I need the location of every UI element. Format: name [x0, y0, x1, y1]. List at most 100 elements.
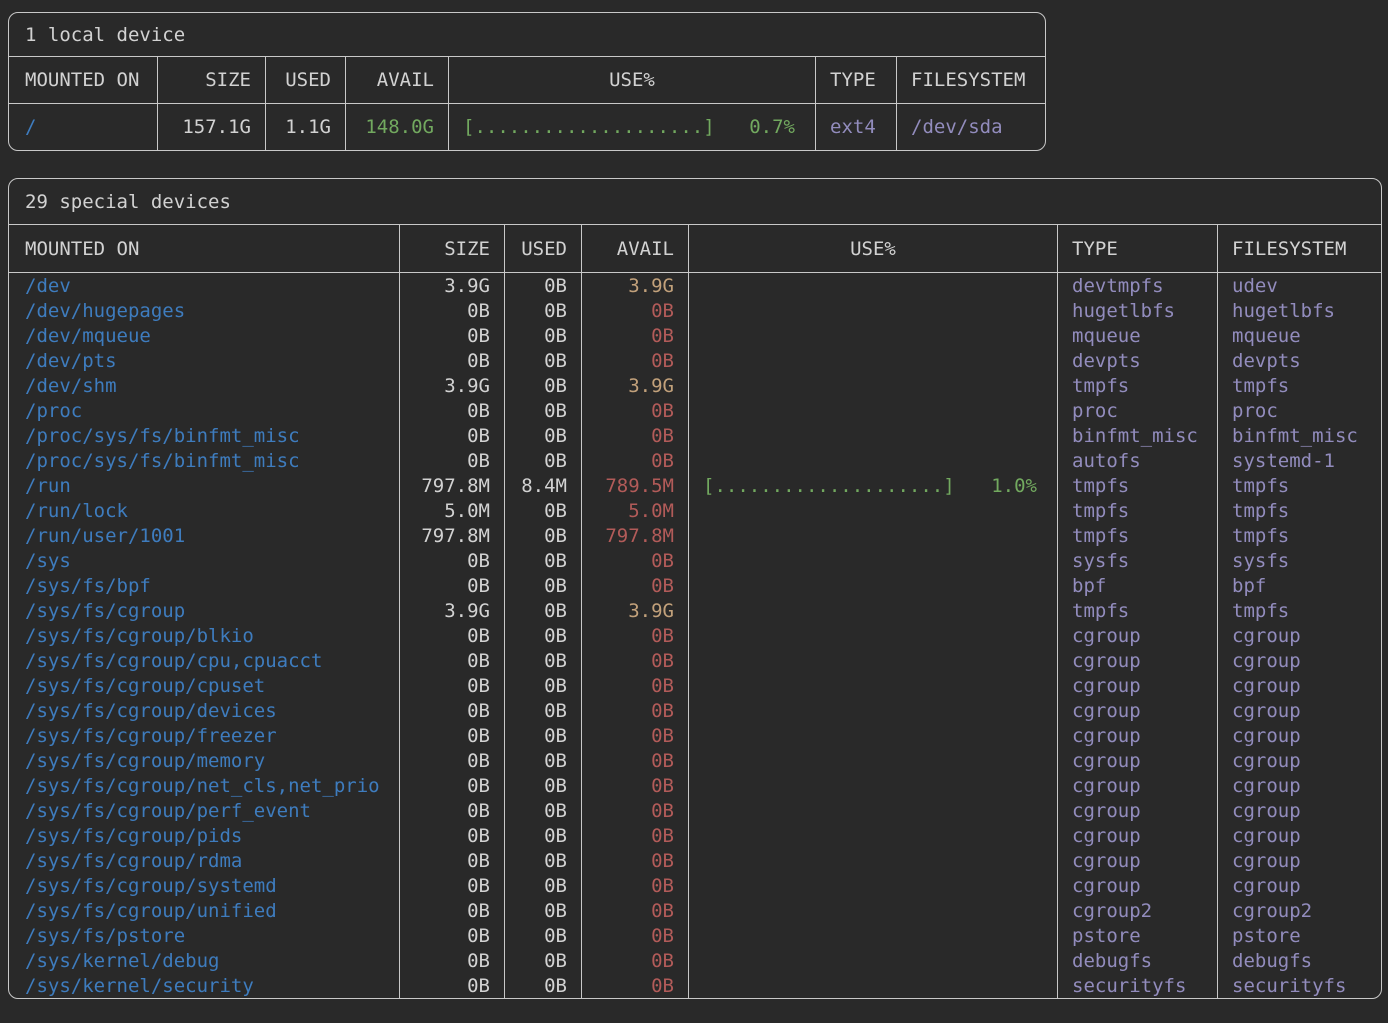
terminal-screen: 1 local device MOUNTED ON SIZE USED AVAI… — [0, 0, 1388, 999]
type-cell: pstore — [1057, 923, 1217, 948]
header-mounted-on: MOUNTED ON — [9, 225, 399, 272]
type-cell: tmpfs — [1057, 523, 1217, 548]
avail-cell: 789.5M — [581, 473, 688, 498]
used-cell: 0B — [504, 898, 581, 923]
size-cell: 0B — [399, 923, 504, 948]
table-title-text: 29 special devices — [25, 191, 231, 213]
filesystem-cell: cgroup — [1217, 873, 1382, 898]
avail-cell: 148.0G — [345, 104, 448, 150]
type-cell: binfmt_misc — [1057, 423, 1217, 448]
avail-cell: 0B — [581, 348, 688, 373]
avail-cell: 0B — [581, 723, 688, 748]
usage-bar: [....................] — [703, 475, 955, 497]
used-cell: 0B — [504, 273, 581, 298]
mount-cell: /sys/fs/pstore — [9, 923, 399, 948]
special-devices-table: 29 special devices MOUNTED ON SIZE USED … — [8, 178, 1382, 999]
filesystem-cell: pstore — [1217, 923, 1382, 948]
header-mounted-on: MOUNTED ON — [9, 57, 157, 103]
table-row: /sys/fs/cgroup3.9G0B3.9Gtmpfstmpfs — [9, 598, 1381, 623]
type-cell: tmpfs — [1057, 473, 1217, 498]
use-cell — [688, 823, 1057, 848]
used-cell: 0B — [504, 723, 581, 748]
avail-cell: 0B — [581, 948, 688, 973]
size-cell: 0B — [399, 648, 504, 673]
filesystem-cell: cgroup — [1217, 773, 1382, 798]
filesystem-cell: mqueue — [1217, 323, 1382, 348]
type-cell: cgroup — [1057, 873, 1217, 898]
used-cell: 0B — [504, 498, 581, 523]
size-cell: 0B — [399, 698, 504, 723]
filesystem-cell: tmpfs — [1217, 523, 1382, 548]
special-devices-table-title: 29 special devices — [9, 179, 1381, 225]
avail-cell: 3.9G — [581, 598, 688, 623]
filesystem-cell: debugfs — [1217, 948, 1382, 973]
used-cell: 0B — [504, 598, 581, 623]
filesystem-cell: cgroup — [1217, 648, 1382, 673]
header-use-pct: USE% — [448, 57, 815, 103]
used-cell: 0B — [504, 873, 581, 898]
size-cell: 0B — [399, 898, 504, 923]
mount-cell: /proc/sys/fs/binfmt_misc — [9, 448, 399, 473]
table-title-text: 1 local device — [25, 24, 185, 46]
table-row: /sys/fs/cgroup/net_cls,net_prio0B0B0Bcgr… — [9, 773, 1381, 798]
size-cell: 3.9G — [399, 598, 504, 623]
mount-cell: /sys/fs/cgroup/rdma — [9, 848, 399, 873]
usage-percent: 1.0% — [991, 475, 1037, 497]
filesystem-cell: cgroup — [1217, 673, 1382, 698]
use-cell — [688, 973, 1057, 998]
avail-cell: 0B — [581, 698, 688, 723]
type-cell: cgroup2 — [1057, 898, 1217, 923]
local-devices-table-title: 1 local device — [9, 13, 1045, 57]
avail-cell: 0B — [581, 823, 688, 848]
mount-cell: /proc/sys/fs/binfmt_misc — [9, 423, 399, 448]
avail-cell: 0B — [581, 748, 688, 773]
filesystem-cell: tmpfs — [1217, 498, 1382, 523]
used-cell: 0B — [504, 523, 581, 548]
size-cell: 3.9G — [399, 373, 504, 398]
avail-cell: 3.9G — [581, 373, 688, 398]
table-row: /run797.8M8.4M789.5M[...................… — [9, 473, 1381, 498]
usage-percent: 0.7% — [749, 116, 795, 138]
mount-cell: /sys/fs/cgroup/perf_event — [9, 798, 399, 823]
type-cell: autofs — [1057, 448, 1217, 473]
mount-cell: /dev/hugepages — [9, 298, 399, 323]
type-cell: cgroup — [1057, 773, 1217, 798]
size-cell: 0B — [399, 673, 504, 698]
avail-cell: 0B — [581, 548, 688, 573]
mount-cell: /sys/fs/cgroup/pids — [9, 823, 399, 848]
type-cell: tmpfs — [1057, 598, 1217, 623]
table-row: /sys/kernel/security0B0B0Bsecurityfssecu… — [9, 973, 1381, 998]
size-cell: 0B — [399, 423, 504, 448]
used-cell: 0B — [504, 348, 581, 373]
use-cell — [688, 698, 1057, 723]
mount-cell: /run/lock — [9, 498, 399, 523]
size-cell: 0B — [399, 448, 504, 473]
header-used: USED — [265, 57, 345, 103]
type-cell: proc — [1057, 398, 1217, 423]
mount-cell: /sys — [9, 548, 399, 573]
header-use-pct: USE% — [688, 225, 1057, 272]
table-row: /dev/mqueue0B0B0Bmqueuemqueue — [9, 323, 1381, 348]
header-avail: AVAIL — [581, 225, 688, 272]
avail-cell: 3.9G — [581, 273, 688, 298]
table-row: /sys/fs/cgroup/freezer0B0B0Bcgroupcgroup — [9, 723, 1381, 748]
used-cell: 0B — [504, 698, 581, 723]
size-cell: 0B — [399, 773, 504, 798]
mount-cell: /sys/fs/bpf — [9, 573, 399, 598]
avail-cell: 0B — [581, 973, 688, 998]
use-cell — [688, 448, 1057, 473]
use-cell — [688, 598, 1057, 623]
filesystem-cell: cgroup — [1217, 723, 1382, 748]
size-cell: 797.8M — [399, 473, 504, 498]
use-cell — [688, 423, 1057, 448]
use-cell — [688, 898, 1057, 923]
used-cell: 0B — [504, 623, 581, 648]
filesystem-cell: tmpfs — [1217, 373, 1382, 398]
mount-cell: /run/user/1001 — [9, 523, 399, 548]
mount-cell: /sys/fs/cgroup/cpu,cpuacct — [9, 648, 399, 673]
filesystem-cell: tmpfs — [1217, 598, 1382, 623]
use-cell — [688, 548, 1057, 573]
header-size: SIZE — [157, 57, 265, 103]
mount-cell: /dev/shm — [9, 373, 399, 398]
type-cell: tmpfs — [1057, 498, 1217, 523]
